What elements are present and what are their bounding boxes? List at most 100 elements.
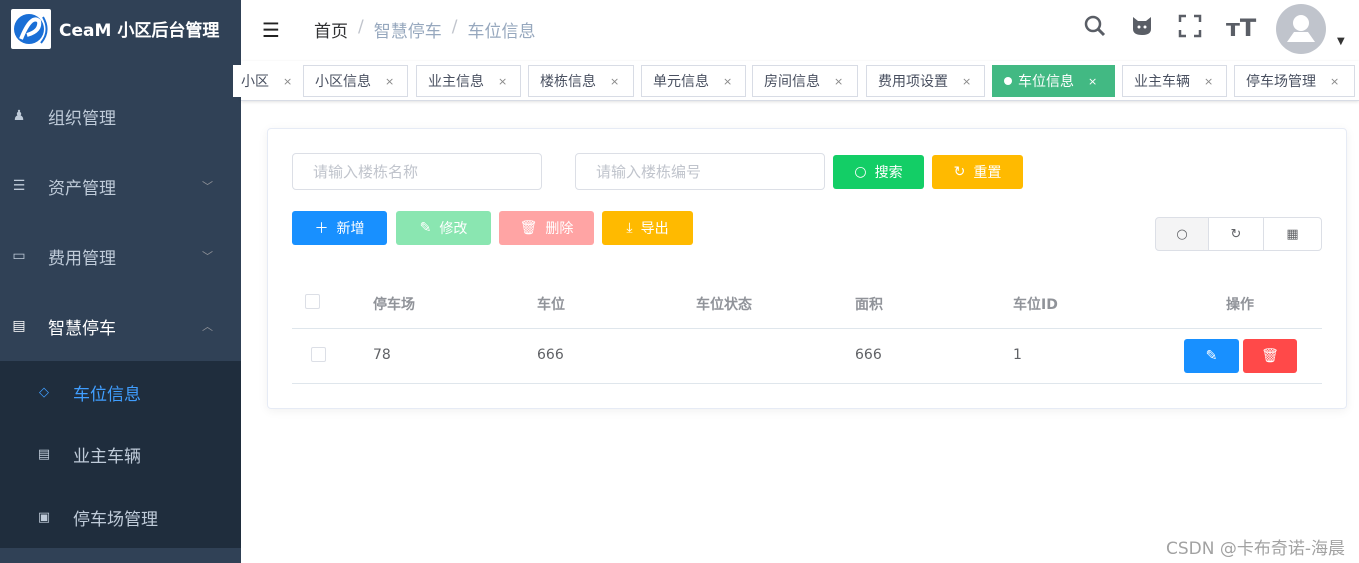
submenu-parking-space[interactable]: ◇ 车位信息 <box>0 361 241 423</box>
submenu-label: 业主车辆 <box>73 446 141 467</box>
export-label: 导出 <box>640 221 669 237</box>
tag-1[interactable]: 小区信息 × <box>303 65 408 97</box>
chevron-down-icon: ﹀ <box>202 180 213 193</box>
tag-5[interactable]: 房间信息 × <box>752 65 858 97</box>
search-label: 搜索 <box>874 165 903 181</box>
menu-label: 资产管理 <box>48 178 116 199</box>
row-delete-button[interactable]: 🗑 <box>1243 339 1297 373</box>
refresh-button[interactable]: ↻ <box>1208 217 1264 251</box>
th-actions: 操作 <box>1226 297 1254 313</box>
tag-label: 车位信息 <box>1018 74 1074 90</box>
menu-org[interactable]: ♟ 组织管理 <box>0 81 241 151</box>
user-icon: ♟ <box>12 108 26 124</box>
tag-label: 小区信息 <box>315 74 371 90</box>
toggle-search-button[interactable]: ○ <box>1155 217 1209 251</box>
reset-button[interactable]: ↻ 重置 <box>932 155 1023 189</box>
menu-label: 智慧停车 <box>48 318 116 339</box>
close-icon[interactable]: × <box>498 75 507 88</box>
cell-lot: 78 <box>373 347 391 363</box>
active-dot-icon <box>1004 77 1012 85</box>
font-size-icon[interactable]: ᴛT <box>1226 14 1256 42</box>
close-icon[interactable]: × <box>610 75 619 88</box>
edit-label: 修改 <box>439 221 468 237</box>
menu-assets[interactable]: ☰ 资产管理 ﹀ <box>0 151 241 221</box>
ticket-icon: ◇ <box>39 384 49 400</box>
breadcrumb-home[interactable]: 首页 <box>314 17 348 42</box>
building-name-input[interactable]: 请输入楼栋名称 <box>292 153 542 190</box>
edit-button[interactable]: ✎ 修改 <box>396 211 491 245</box>
tag-2[interactable]: 业主信息 × <box>416 65 521 97</box>
submenu: ◇ 车位信息 ▤ 业主车辆 ▣ 停车场管理 <box>0 361 241 548</box>
caret-down-icon[interactable]: ▼ <box>1337 36 1345 47</box>
menu-parking[interactable]: ▤ 智慧停车 ︿ <box>0 291 241 361</box>
tag-7[interactable]: 车位信息 × <box>992 65 1115 97</box>
refresh-icon: ↻ <box>1230 226 1242 242</box>
tag-label: 楼栋信息 <box>540 74 596 90</box>
tag-6[interactable]: 费用项设置 × <box>866 65 985 97</box>
search-icon: ○ <box>1176 226 1188 242</box>
doc-gear-icon: ▤ <box>37 446 51 462</box>
breadcrumb-sep: / <box>358 17 364 37</box>
row-checkbox[interactable] <box>311 347 326 362</box>
th-area: 面积 <box>855 297 883 313</box>
divider <box>292 383 1322 384</box>
close-icon[interactable]: × <box>834 75 843 88</box>
submenu-label: 停车场管理 <box>73 509 158 530</box>
tag-4[interactable]: 单元信息 × <box>641 65 746 97</box>
menu-fees[interactable]: ▭ 费用管理 ﹀ <box>0 221 241 291</box>
add-button[interactable]: ＋ 新增 <box>292 211 387 245</box>
row-edit-button[interactable]: ✎ <box>1184 339 1239 373</box>
hamburger-icon[interactable]: ☰ <box>262 18 280 42</box>
logo-icon <box>11 9 51 49</box>
download-icon: ⤓ <box>626 220 633 236</box>
search-icon: ○ <box>854 164 867 180</box>
columns-button[interactable]: ▦ <box>1263 217 1322 251</box>
submenu-owner-vehicle[interactable]: ▤ 业主车辆 <box>0 423 241 485</box>
close-icon[interactable]: × <box>1088 75 1097 88</box>
sidebar: CeaM 小区后台管理 ♟ 组织管理 ☰ 资产管理 ﹀ ▭ 费用管理 ﹀ ▤ 智慧停车 ︿ ◇… <box>0 0 241 563</box>
github-icon[interactable] <box>1130 14 1154 44</box>
close-icon[interactable]: × <box>283 75 292 88</box>
monitor-icon: ▭ <box>12 248 26 264</box>
close-icon[interactable]: × <box>962 75 971 88</box>
close-icon[interactable]: × <box>723 75 732 88</box>
close-icon[interactable]: × <box>1204 75 1213 88</box>
export-button[interactable]: ⤓ 导出 <box>602 211 693 245</box>
avatar[interactable] <box>1276 4 1326 54</box>
list-icon: ☰ <box>12 178 26 194</box>
tag-0[interactable]: 小区 × <box>233 65 295 97</box>
th-space: 车位 <box>537 297 565 313</box>
delete-label: 删除 <box>545 221 574 237</box>
tag-3[interactable]: 楼栋信息 × <box>528 65 634 97</box>
th-id: 车位ID <box>1013 297 1058 313</box>
refresh-icon: ↻ <box>953 164 966 180</box>
close-icon[interactable]: × <box>385 75 394 88</box>
tag-label: 业主信息 <box>428 74 484 90</box>
fullscreen-icon[interactable] <box>1178 14 1202 44</box>
search-button[interactable]: ○ 搜索 <box>833 155 924 189</box>
breadcrumb: 首页 / 智慧停车 / 车位信息 <box>314 17 535 42</box>
search-icon[interactable] <box>1083 14 1107 44</box>
select-all-checkbox[interactable] <box>305 294 320 309</box>
th-lot: 停车场 <box>373 297 415 313</box>
breadcrumb-sep: / <box>451 17 458 37</box>
divider <box>292 328 1322 329</box>
watermark: CSDN @卡布奇诺-海晨 <box>1165 539 1345 559</box>
tag-9[interactable]: 停车场管理 × <box>1234 65 1355 97</box>
delete-button[interactable]: 🗑 删除 <box>499 211 594 245</box>
tag-label: 费用项设置 <box>878 74 948 90</box>
submenu-label: 车位信息 <box>73 384 141 405</box>
cell-id: 1 <box>1013 347 1022 363</box>
cell-space: 666 <box>537 347 564 363</box>
trash-icon: 🗑 <box>1261 348 1279 364</box>
building-code-input[interactable]: 请输入楼栋编号 <box>575 153 825 190</box>
breadcrumb-current: 车位信息 <box>467 22 536 42</box>
menu-label: 费用管理 <box>48 248 116 269</box>
app-title: CeaM 小区后台管理 <box>59 21 220 41</box>
pencil-icon: ✎ <box>1205 348 1218 364</box>
plus-icon: ＋ <box>314 221 329 237</box>
close-icon[interactable]: × <box>1330 75 1339 88</box>
tag-label: 小区 <box>241 74 269 90</box>
submenu-parking-lot[interactable]: ▣ 停车场管理 <box>0 486 241 548</box>
tag-8[interactable]: 业主车辆 × <box>1122 65 1227 97</box>
